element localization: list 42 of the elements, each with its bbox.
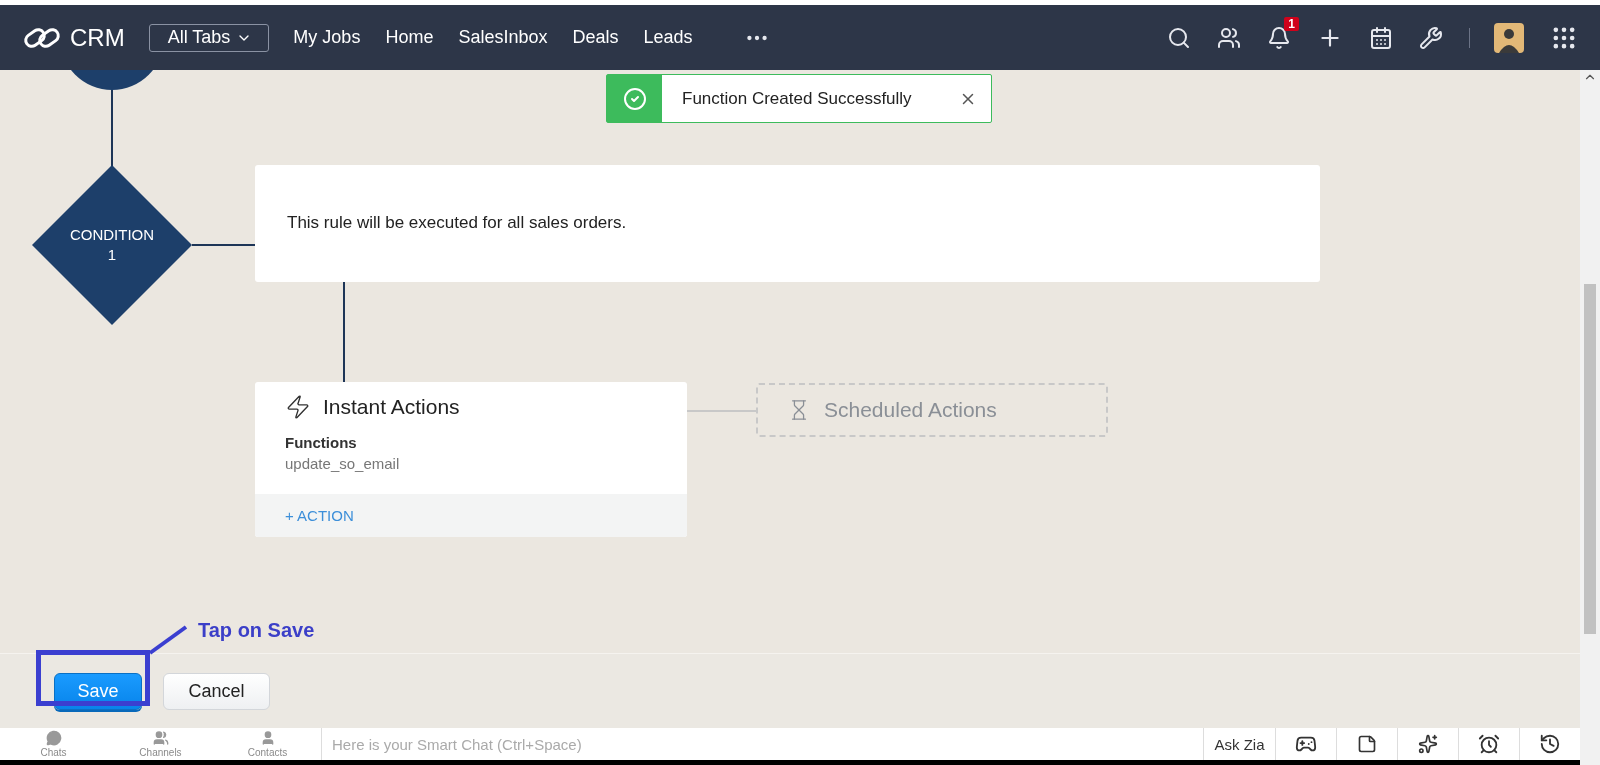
search-icon[interactable]: [1167, 25, 1191, 50]
section-label: Functions: [285, 434, 358, 451]
connector-line: [687, 410, 756, 412]
nav-link[interactable]: SalesInbox: [458, 27, 548, 48]
chat-tab[interactable]: Channels: [107, 728, 214, 760]
check-icon: [622, 86, 647, 111]
app-name: CRM: [70, 23, 125, 52]
condition-label: CONDITION: [69, 225, 155, 245]
toast-message: Function Created Successfully: [682, 88, 913, 109]
rule-text: This rule will be executed for all sales orders.: [287, 213, 627, 233]
chat-tab[interactable]: Chats: [0, 728, 107, 760]
annotation-text: Tap on Save: [198, 619, 315, 642]
nav-link[interactable]: My Jobs: [293, 27, 361, 48]
nav-link[interactable]: Home: [385, 27, 434, 48]
lightning-icon: [285, 394, 311, 420]
condition-number: 1: [107, 245, 117, 265]
people-icon: [152, 730, 169, 746]
scheduled-title: Scheduled Actions: [824, 398, 997, 422]
users-icon[interactable]: [1217, 25, 1241, 50]
chat-bubble-icon: [45, 730, 62, 746]
alarm-clock-icon[interactable]: [1458, 728, 1519, 760]
scrollbar-thumb[interactable]: [1584, 284, 1596, 634]
chat-tab[interactable]: Contacts: [214, 728, 321, 760]
cancel-button[interactable]: Cancel: [163, 672, 270, 710]
function-name: update_so_email: [285, 455, 401, 472]
gamepad-icon[interactable]: [1275, 728, 1336, 760]
wrench-icon[interactable]: [1419, 25, 1443, 50]
card-title: Instant Actions: [323, 395, 460, 419]
history-icon[interactable]: [1519, 728, 1580, 760]
calendar-icon[interactable]: [1369, 25, 1393, 50]
leader-line: [148, 625, 188, 655]
note-icon[interactable]: [1336, 728, 1397, 760]
bell-icon[interactable]: [1267, 25, 1291, 50]
connector-line: [192, 244, 255, 246]
all-tabs-dropdown[interactable]: All Tabs: [148, 23, 270, 52]
nav-link[interactable]: Deals: [572, 27, 619, 48]
nav-link[interactable]: Leads: [643, 27, 693, 48]
ask-zia-button[interactable]: Ask Zia: [1203, 728, 1275, 760]
notification-badge: 1: [1284, 16, 1299, 31]
smart-chat-field[interactable]: Here is your Smart Chat (Ctrl+Space): [321, 728, 1203, 760]
avatar[interactable]: [1494, 22, 1524, 53]
sparkle-icon[interactable]: [1397, 728, 1458, 760]
